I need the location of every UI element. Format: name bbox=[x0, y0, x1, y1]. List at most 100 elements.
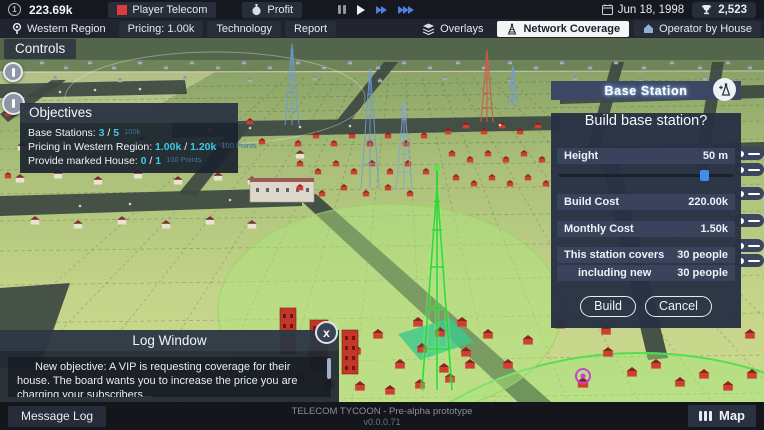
monthly-cost-label: Monthly Cost bbox=[564, 223, 634, 235]
version-number: v0.0.0.71 bbox=[292, 417, 473, 427]
monthly-cost-row: Monthly Cost 1.50k bbox=[557, 221, 735, 237]
fast-forward-icon[interactable] bbox=[376, 6, 387, 14]
knob-dash bbox=[748, 169, 760, 171]
game-title: TELECOM TYCOON - Pre-alpha prototype bbox=[292, 406, 473, 417]
message-log-button[interactable]: Message Log bbox=[8, 406, 106, 427]
objectives-title: Objectives bbox=[20, 103, 238, 123]
objective-label: Base Stations: bbox=[28, 127, 99, 139]
playback-controls bbox=[338, 0, 414, 19]
play-button[interactable] bbox=[357, 5, 365, 15]
network-coverage-label: Network Coverage bbox=[523, 23, 620, 35]
status-bar: Message Log TELECOM TYCOON - Pre-alpha p… bbox=[0, 402, 764, 430]
height-slider[interactable] bbox=[559, 170, 733, 181]
region-button[interactable]: Western Region bbox=[3, 21, 115, 37]
build-base-station-panel: Base Station Build base station? Height … bbox=[551, 81, 741, 328]
build-panel-title: Base Station bbox=[605, 84, 688, 98]
build-question: Build base station? bbox=[555, 113, 737, 129]
objective-marked-house: Provide marked House: 0 / 1100 Points bbox=[20, 154, 238, 168]
map-pin-icon bbox=[12, 23, 22, 35]
covers-label: This station covers bbox=[564, 249, 664, 261]
report-label: Report bbox=[294, 23, 327, 35]
add-base-station-icon[interactable] bbox=[713, 78, 736, 101]
covers-row: This station covers 30 people bbox=[557, 247, 735, 263]
knob-dash bbox=[748, 193, 760, 195]
objective-base-stations: Base Stations: 3 / 5100k bbox=[20, 126, 238, 140]
pricing-label: Pricing: 1.00k bbox=[128, 23, 195, 35]
cancel-button[interactable]: Cancel bbox=[645, 296, 712, 317]
objectives-panel: Objectives Base Stations: 3 / 5100k Pric… bbox=[20, 103, 238, 173]
trophy-icon bbox=[701, 4, 712, 15]
pause-button[interactable] bbox=[338, 5, 346, 14]
objective-pricing: Pricing in Western Region: 1.00k / 1.20k… bbox=[20, 140, 238, 154]
profit-button[interactable]: Profit bbox=[242, 2, 302, 18]
map-button[interactable]: Map bbox=[688, 405, 756, 427]
player-telecom-button[interactable]: Player Telecom bbox=[108, 2, 216, 18]
technology-button[interactable]: Technology bbox=[207, 21, 281, 37]
build-panel-buttons: Build Cancel bbox=[551, 296, 741, 317]
log-scrollbar[interactable] bbox=[327, 358, 331, 379]
knob-dash bbox=[748, 153, 760, 155]
knob-dash bbox=[748, 220, 760, 222]
knob-dash bbox=[748, 245, 760, 247]
objective-label: Pricing in Western Region: bbox=[28, 141, 155, 153]
log-window-body: New objective: A VIP is requesting cover… bbox=[0, 351, 339, 405]
layers-icon bbox=[422, 23, 435, 35]
map-grid-icon bbox=[699, 411, 712, 421]
objective-label: Provide marked House: bbox=[28, 155, 141, 167]
player-telecom-label: Player Telecom bbox=[132, 4, 207, 16]
objective-current: 1.00k bbox=[155, 141, 181, 153]
build-cost-label: Build Cost bbox=[564, 196, 619, 208]
overlays-label: Overlays bbox=[440, 23, 483, 35]
network-coverage-button[interactable]: Network Coverage bbox=[497, 21, 629, 37]
height-value: 50 m bbox=[703, 150, 728, 162]
overlays-button[interactable]: Overlays bbox=[413, 21, 492, 37]
date-text: Jun 18, 1998 bbox=[618, 4, 685, 16]
money-bag-icon bbox=[251, 4, 262, 16]
fastest-forward-icon[interactable] bbox=[398, 6, 414, 14]
build-button[interactable]: Build bbox=[580, 296, 636, 317]
objective-target: 1.20k bbox=[190, 141, 216, 153]
close-icon[interactable]: x bbox=[315, 321, 338, 344]
objectives-list: Base Stations: 3 / 5100k Pricing in West… bbox=[20, 123, 238, 173]
objective-target: 1 bbox=[155, 155, 161, 167]
objective-reward: 100k bbox=[124, 127, 140, 136]
info-icon bbox=[12, 68, 15, 77]
log-window-title: Log Window bbox=[0, 330, 339, 351]
game-screen: 1 223.69k Player Telecom Profit Jun 18, … bbox=[0, 0, 764, 430]
top-bar: 1 223.69k Player Telecom Profit Jun 18, … bbox=[0, 0, 764, 19]
pricing-button[interactable]: Pricing: 1.00k bbox=[119, 21, 204, 37]
objective-target: 5 bbox=[113, 127, 119, 139]
coin-icon: 1 bbox=[8, 3, 21, 16]
top-bar-right: Jun 18, 1998 2,523 bbox=[602, 2, 756, 18]
region-label: Western Region bbox=[27, 23, 106, 35]
objective-separator: / bbox=[104, 127, 113, 139]
score-display[interactable]: 2,523 bbox=[692, 2, 756, 18]
log-window: x Log Window New objective: A VIP is req… bbox=[0, 330, 339, 405]
build-panel-header: Base Station bbox=[551, 81, 741, 100]
height-row: Height 50 m bbox=[557, 148, 735, 164]
calendar-icon bbox=[602, 4, 613, 15]
operator-by-house-button[interactable]: Operator by House bbox=[634, 21, 761, 37]
info-icon bbox=[12, 99, 15, 108]
objective-reward: 100 Points bbox=[221, 141, 256, 150]
controls-label: Controls bbox=[4, 39, 76, 59]
player-color-icon bbox=[117, 5, 127, 15]
overlay-buttons: Overlays Network Coverage Operator by Ho… bbox=[413, 21, 761, 37]
log-message: New objective: A VIP is requesting cover… bbox=[8, 357, 331, 397]
objective-reward: 100 Points bbox=[166, 155, 201, 164]
build-cost-row: Build Cost 220.00k bbox=[557, 194, 735, 210]
house-icon bbox=[643, 23, 654, 34]
info-button-1[interactable] bbox=[3, 62, 23, 82]
report-button[interactable]: Report bbox=[285, 21, 336, 37]
objective-separator: / bbox=[181, 141, 190, 153]
date-display: Jun 18, 1998 bbox=[602, 4, 685, 16]
map-button-label: Map bbox=[719, 408, 745, 423]
build-panel-body: Build base station? Height 50 m Build Co… bbox=[551, 113, 741, 328]
slider-handle[interactable] bbox=[700, 170, 709, 181]
including-new-label: including new bbox=[578, 267, 651, 279]
antenna-tower-icon bbox=[506, 23, 518, 35]
version-info: TELECOM TYCOON - Pre-alpha prototype v0.… bbox=[292, 406, 473, 427]
including-new-value: 30 people bbox=[677, 267, 728, 279]
covers-value: 30 people bbox=[677, 249, 728, 261]
money-amount: 223.69k bbox=[29, 3, 72, 17]
